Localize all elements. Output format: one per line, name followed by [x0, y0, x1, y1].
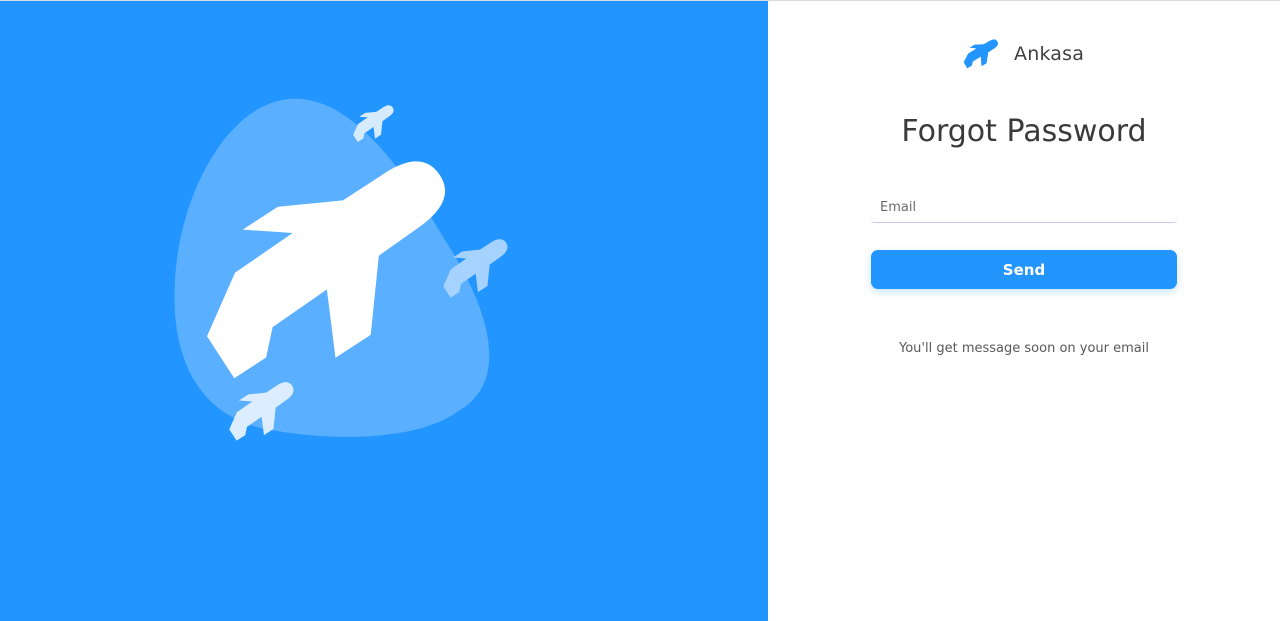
page-title: Forgot Password — [901, 114, 1147, 149]
email-field[interactable] — [871, 193, 1177, 223]
brand-name: Ankasa — [1014, 43, 1085, 65]
helper-note: You'll get message soon on your email — [899, 341, 1149, 356]
airplane-blob-illustration — [174, 98, 508, 441]
hero-panel — [0, 0, 768, 621]
airplane-icon — [963, 39, 999, 69]
send-button[interactable]: Send — [871, 250, 1177, 289]
form-panel: Ankasa Forgot Password Send You'll get m… — [768, 0, 1280, 621]
brand-logo[interactable]: Ankasa — [956, 34, 1084, 74]
top-divider — [0, 0, 1280, 1]
forgot-password-page: Ankasa Forgot Password Send You'll get m… — [0, 0, 1280, 621]
